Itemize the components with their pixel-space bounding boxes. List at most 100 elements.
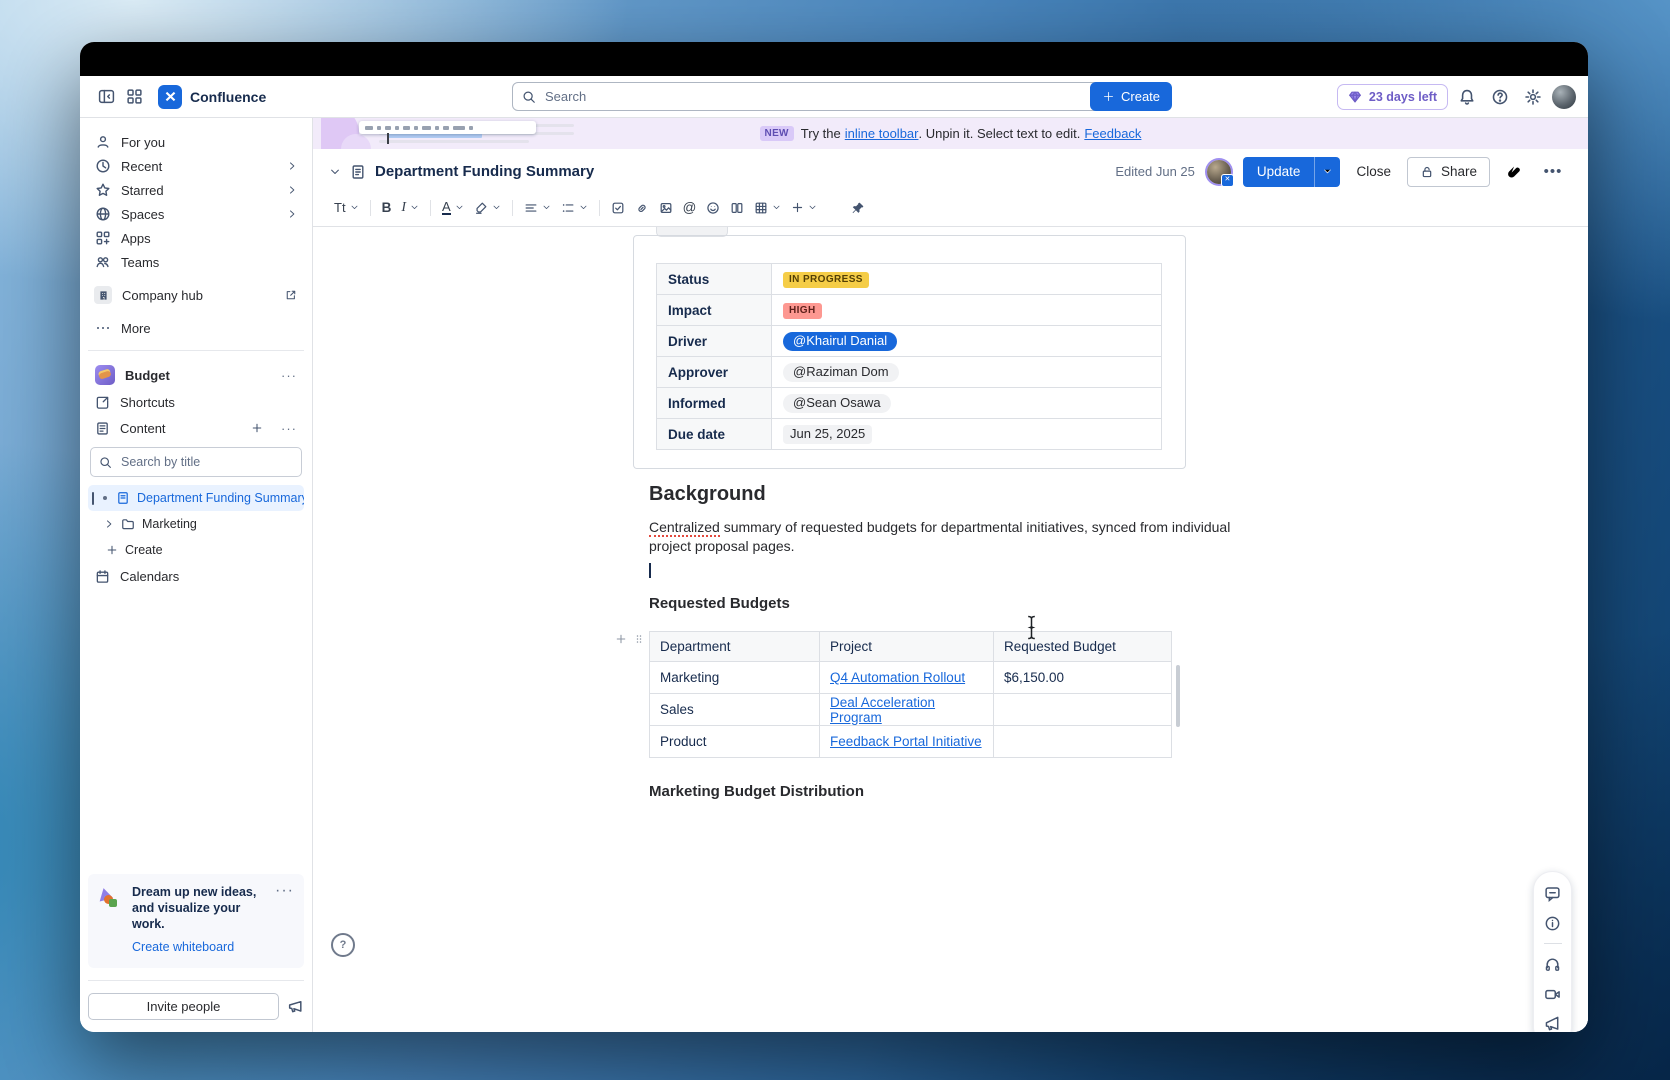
italic-dropdown[interactable]: I bbox=[396, 197, 424, 219]
alignment-dropdown[interactable] bbox=[519, 197, 556, 219]
document-canvas[interactable]: StatusIN PROGRESS ImpactHIGH Driver@Khai… bbox=[313, 227, 1588, 1032]
column-header-requested-budget[interactable]: Requested Budget bbox=[994, 632, 1172, 662]
feedback-megaphone-icon[interactable] bbox=[1543, 1014, 1563, 1032]
image-button[interactable] bbox=[654, 197, 678, 219]
page-properties-panel[interactable]: StatusIN PROGRESS ImpactHIGH Driver@Khai… bbox=[633, 235, 1186, 469]
sidebar-item-recent[interactable]: Recent bbox=[88, 154, 304, 178]
collapse-chevron-icon[interactable] bbox=[329, 166, 341, 178]
create-button[interactable]: Create bbox=[1090, 82, 1172, 111]
search-input[interactable] bbox=[543, 88, 1095, 105]
approver-mention[interactable]: @Raziman Dom bbox=[783, 363, 899, 382]
sidebar-item-for-you[interactable]: For you bbox=[88, 130, 304, 154]
column-header-project[interactable]: Project bbox=[820, 632, 994, 662]
text-color-dropdown[interactable]: A bbox=[437, 197, 469, 219]
more-actions-icon[interactable]: ••• bbox=[1540, 159, 1566, 185]
notifications-bell-icon[interactable] bbox=[1453, 83, 1481, 111]
update-options-chevron-icon[interactable] bbox=[1314, 157, 1340, 187]
text-style-dropdown[interactable]: Tt bbox=[329, 197, 364, 219]
update-button[interactable]: Update bbox=[1243, 157, 1315, 187]
list-dropdown[interactable] bbox=[556, 197, 593, 219]
cell-budget[interactable] bbox=[994, 726, 1172, 758]
sidebar-item-teams[interactable]: Teams bbox=[88, 250, 304, 274]
sidebar-label: Apps bbox=[121, 231, 151, 246]
sidebar-item-more[interactable]: More bbox=[88, 316, 304, 340]
feedback-megaphone-icon[interactable] bbox=[287, 998, 304, 1015]
layouts-button[interactable] bbox=[725, 197, 749, 219]
space-more-icon[interactable]: ··· bbox=[281, 368, 297, 383]
column-header-department[interactable]: Department bbox=[650, 632, 820, 662]
app-switcher-icon[interactable] bbox=[120, 83, 148, 111]
help-question-icon[interactable]: ? bbox=[331, 933, 355, 957]
cell-department[interactable]: Product bbox=[650, 726, 820, 758]
link-button[interactable] bbox=[630, 197, 654, 219]
feedback-link[interactable]: Feedback bbox=[1084, 126, 1141, 141]
cell-budget[interactable] bbox=[994, 694, 1172, 726]
chevron-right-icon[interactable] bbox=[104, 519, 114, 529]
project-link[interactable]: Deal Acceleration Program bbox=[830, 695, 935, 725]
status-badge[interactable]: IN PROGRESS bbox=[783, 272, 869, 288]
table-header-row: Department Project Requested Budget bbox=[650, 632, 1172, 662]
sidebar-item-starred[interactable]: Starred bbox=[88, 178, 304, 202]
tree-item-department-funding-summary[interactable]: Department Funding Summary bbox=[88, 485, 304, 511]
promo-more-icon[interactable]: ··· bbox=[275, 882, 294, 900]
trial-badge[interactable]: 23 days left bbox=[1337, 84, 1448, 110]
sidebar-item-shortcuts[interactable]: Shortcuts bbox=[88, 389, 304, 415]
shortcuts-icon bbox=[95, 395, 110, 410]
comments-icon[interactable] bbox=[1543, 883, 1563, 903]
share-button[interactable]: Share bbox=[1407, 157, 1490, 187]
drag-handle-icon[interactable] bbox=[634, 633, 644, 645]
sidebar-item-apps[interactable]: Apps bbox=[88, 226, 304, 250]
table-dropdown[interactable] bbox=[749, 197, 786, 219]
help-icon[interactable] bbox=[1486, 83, 1514, 111]
inline-toolbar-link[interactable]: inline toolbar bbox=[845, 126, 919, 141]
mention-button[interactable]: @ bbox=[678, 197, 702, 219]
budgets-table[interactable]: Department Project Requested Budget Mark… bbox=[649, 631, 1172, 758]
close-button[interactable]: Close bbox=[1352, 164, 1395, 179]
apps-grid-icon bbox=[95, 230, 111, 246]
confluence-logo[interactable] bbox=[158, 85, 182, 109]
insert-dropdown[interactable] bbox=[786, 197, 822, 219]
sidebar-item-company-hub[interactable]: Company hub bbox=[88, 283, 304, 307]
emoji-button[interactable] bbox=[701, 197, 725, 219]
tree-item-marketing[interactable]: Marketing bbox=[88, 511, 304, 537]
settings-gear-icon[interactable] bbox=[1519, 83, 1547, 111]
banner-close-icon[interactable] bbox=[1554, 124, 1574, 144]
add-content-icon[interactable] bbox=[251, 422, 263, 434]
editor-avatar[interactable]: ✕ bbox=[1207, 160, 1231, 184]
bold-button[interactable]: B bbox=[377, 197, 397, 219]
headphones-catchup-icon[interactable] bbox=[1543, 954, 1563, 974]
cell-department[interactable]: Sales bbox=[650, 694, 820, 726]
create-whiteboard-link[interactable]: Create whiteboard bbox=[132, 940, 234, 954]
space-budget[interactable]: Budget··· bbox=[88, 361, 304, 389]
impact-badge[interactable]: HIGH bbox=[783, 303, 822, 319]
content-title-search[interactable] bbox=[90, 447, 302, 477]
content-more-icon[interactable]: ··· bbox=[281, 421, 297, 436]
details-info-icon[interactable] bbox=[1543, 913, 1563, 933]
sidebar-item-spaces[interactable]: Spaces bbox=[88, 202, 304, 226]
pin-toolbar-button[interactable] bbox=[846, 197, 870, 219]
informed-mention[interactable]: @Sean Osawa bbox=[783, 394, 891, 413]
promo-title: Dream up new ideas, and visualize your w… bbox=[132, 884, 260, 932]
global-search[interactable] bbox=[512, 82, 1105, 111]
copy-link-icon[interactable] bbox=[1502, 159, 1528, 185]
table-resize-handle[interactable] bbox=[1176, 665, 1180, 727]
task-checkbox-button[interactable] bbox=[606, 197, 630, 219]
chevron-down-icon bbox=[410, 203, 419, 212]
sidebar-toggle-button[interactable] bbox=[92, 83, 120, 111]
sidebar-item-content[interactable]: Content··· bbox=[88, 415, 304, 441]
video-camera-icon[interactable] bbox=[1543, 984, 1563, 1004]
add-row-plus-icon[interactable] bbox=[615, 633, 627, 645]
cell-department[interactable]: Marketing bbox=[650, 662, 820, 694]
tree-create[interactable]: Create bbox=[88, 537, 304, 563]
cell-budget[interactable]: $6,150.00 bbox=[994, 662, 1172, 694]
due-date-chip[interactable]: Jun 25, 2025 bbox=[783, 425, 872, 444]
highlight-dropdown[interactable] bbox=[469, 197, 506, 219]
user-avatar[interactable] bbox=[1552, 85, 1576, 109]
project-link[interactable]: Q4 Automation Rollout bbox=[830, 670, 965, 685]
window-titlebar[interactable] bbox=[80, 42, 1588, 76]
title-search-input[interactable] bbox=[119, 454, 293, 470]
invite-people-button[interactable]: Invite people bbox=[88, 993, 279, 1020]
sidebar-item-calendars[interactable]: Calendars bbox=[88, 563, 304, 589]
project-link[interactable]: Feedback Portal Initiative bbox=[830, 734, 982, 749]
driver-mention[interactable]: @Khairul Danial bbox=[783, 332, 897, 351]
